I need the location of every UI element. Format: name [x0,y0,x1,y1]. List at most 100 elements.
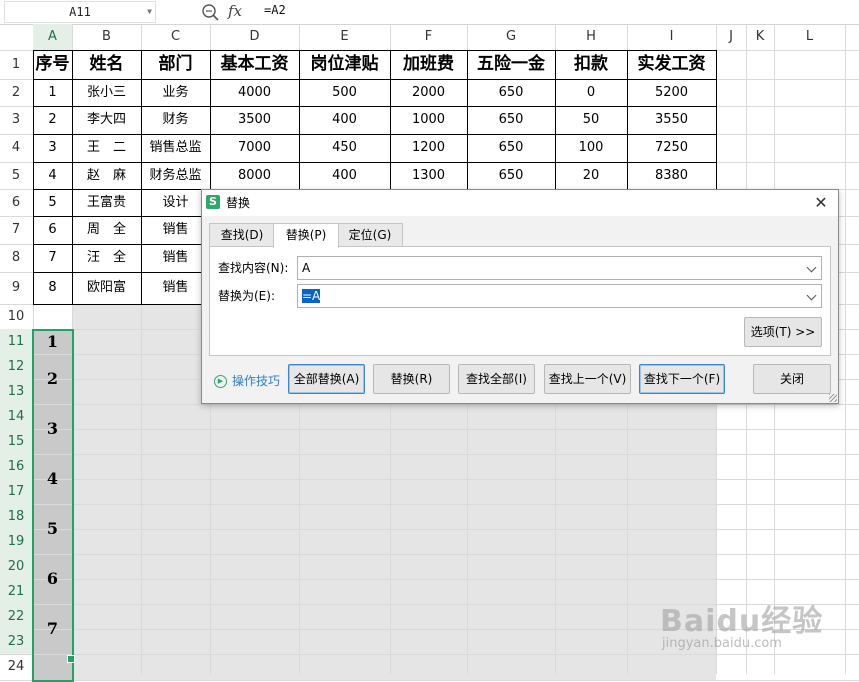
table-cell[interactable]: 4000 [210,79,299,106]
close-button[interactable]: 关闭 [753,364,831,394]
column-header-c[interactable]: C [141,24,210,50]
find-all-button[interactable]: 查找全部(I) [458,364,535,394]
table-cell[interactable]: 1000 [390,106,467,134]
table-cell[interactable]: 设计 [141,189,210,216]
column-header-b[interactable]: B [72,24,141,50]
table-cell[interactable]: 销售总监 [141,134,210,162]
table-cell[interactable]: 销售 [141,244,210,272]
table-cell[interactable]: 50 [555,106,627,134]
row-header-19[interactable]: 19 [0,529,32,554]
table-cell[interactable]: 销售 [141,216,210,244]
formula-input[interactable]: =A2 [264,0,286,20]
table-cell[interactable]: 100 [555,134,627,162]
row-header-5[interactable]: 5 [0,162,32,189]
row-header-4[interactable]: 4 [0,134,32,162]
column-header-l[interactable]: L [774,24,845,50]
table-cell[interactable]: 2000 [390,79,467,106]
table-cell[interactable]: 20 [555,162,627,189]
row-header-11[interactable]: 11 [0,329,32,354]
row-header-1[interactable]: 1 [0,50,32,79]
row-header-24[interactable]: 24 [0,654,32,680]
row-header-14[interactable]: 14 [0,404,32,429]
row-header-23[interactable]: 23 [0,629,32,654]
table-cell[interactable]: 5 [33,189,72,216]
row-header-7[interactable]: 7 [0,216,32,244]
row-header-10[interactable]: 10 [0,304,32,329]
table-cell[interactable]: 1 [33,79,72,106]
table-cell[interactable]: 5200 [627,79,716,106]
table-cell[interactable]: 赵 麻 [72,162,141,189]
table-cell[interactable]: 王富贵 [72,189,141,216]
row-header-6[interactable]: 6 [0,189,32,216]
function-icon[interactable]: fx [228,0,242,22]
table-cell[interactable]: 张小三 [72,79,141,106]
column-header-f[interactable]: F [390,24,467,50]
replace-all-button[interactable]: 全部替换(A) [288,364,365,394]
replace-input[interactable]: =A [297,284,822,308]
column-header-k[interactable]: K [746,24,774,50]
row-header-21[interactable]: 21 [0,579,32,604]
tab-replace[interactable]: 替换(P) [273,223,339,248]
find-previous-button[interactable]: 查找上一个(V) [544,364,631,394]
column-header-e[interactable]: E [299,24,390,50]
table-cell[interactable]: 500 [299,79,390,106]
row-header-9[interactable]: 9 [0,272,32,304]
table-cell[interactable]: 财务总监 [141,162,210,189]
table-cell[interactable]: 王 二 [72,134,141,162]
table-cell[interactable]: 欧阳富 [72,272,141,304]
table-cell[interactable]: 3 [33,134,72,162]
chevron-down-icon[interactable] [806,262,817,273]
resize-grip-icon[interactable] [829,394,837,402]
column-header-g[interactable]: G [467,24,555,50]
fill-handle[interactable] [67,655,75,663]
table-cell[interactable]: 周 全 [72,216,141,244]
row-header-8[interactable]: 8 [0,244,32,272]
row-header-17[interactable]: 17 [0,479,32,504]
table-cell[interactable]: 400 [299,162,390,189]
table-cell[interactable]: 汪 全 [72,244,141,272]
close-icon[interactable]: ✕ [810,192,832,214]
row-header-22[interactable]: 22 [0,604,32,629]
chevron-down-icon[interactable] [806,290,817,301]
table-cell[interactable]: 650 [467,79,555,106]
table-cell[interactable]: 7250 [627,134,716,162]
column-header-d[interactable]: D [210,24,299,50]
table-cell[interactable]: 8000 [210,162,299,189]
row-header-16[interactable]: 16 [0,454,32,479]
tips-link[interactable]: ▶ 操作技巧 [214,373,280,389]
table-cell[interactable]: 销售 [141,272,210,304]
dialog-titlebar[interactable]: S 替换 ✕ [202,190,838,216]
table-cell[interactable]: 4 [33,162,72,189]
table-cell[interactable]: 450 [299,134,390,162]
table-cell[interactable]: 650 [467,162,555,189]
table-cell[interactable]: 7000 [210,134,299,162]
column-header-h[interactable]: H [555,24,627,50]
table-cell[interactable]: 6 [33,216,72,244]
replace-button[interactable]: 替换(R) [373,364,450,394]
table-cell[interactable]: 8 [33,272,72,304]
table-cell[interactable]: 0 [555,79,627,106]
row-header-20[interactable]: 20 [0,554,32,579]
zoom-icon[interactable] [201,2,221,22]
row-header-18[interactable]: 18 [0,504,32,529]
tab-find[interactable]: 查找(D) [209,223,275,246]
table-cell[interactable]: 业务 [141,79,210,106]
table-cell[interactable]: 8380 [627,162,716,189]
column-header-j[interactable]: J [716,24,746,50]
row-header-3[interactable]: 3 [0,106,32,134]
options-button[interactable]: 选项(T) >> [744,317,822,347]
name-box[interactable]: A11 ▼ [4,1,156,23]
table-cell[interactable]: 650 [467,134,555,162]
row-header-15[interactable]: 15 [0,429,32,454]
table-cell[interactable]: 400 [299,106,390,134]
column-header-i[interactable]: I [627,24,716,50]
table-cell[interactable]: 1300 [390,162,467,189]
table-cell[interactable]: 3500 [210,106,299,134]
table-cell[interactable]: 7 [33,244,72,272]
row-header-2[interactable]: 2 [0,79,32,106]
table-cell[interactable]: 650 [467,106,555,134]
name-box-dropdown-icon[interactable]: ▼ [147,2,152,22]
find-next-button[interactable]: 查找下一个(F) [639,364,725,394]
table-cell[interactable]: 财务 [141,106,210,134]
tab-goto[interactable]: 定位(G) [337,223,403,246]
